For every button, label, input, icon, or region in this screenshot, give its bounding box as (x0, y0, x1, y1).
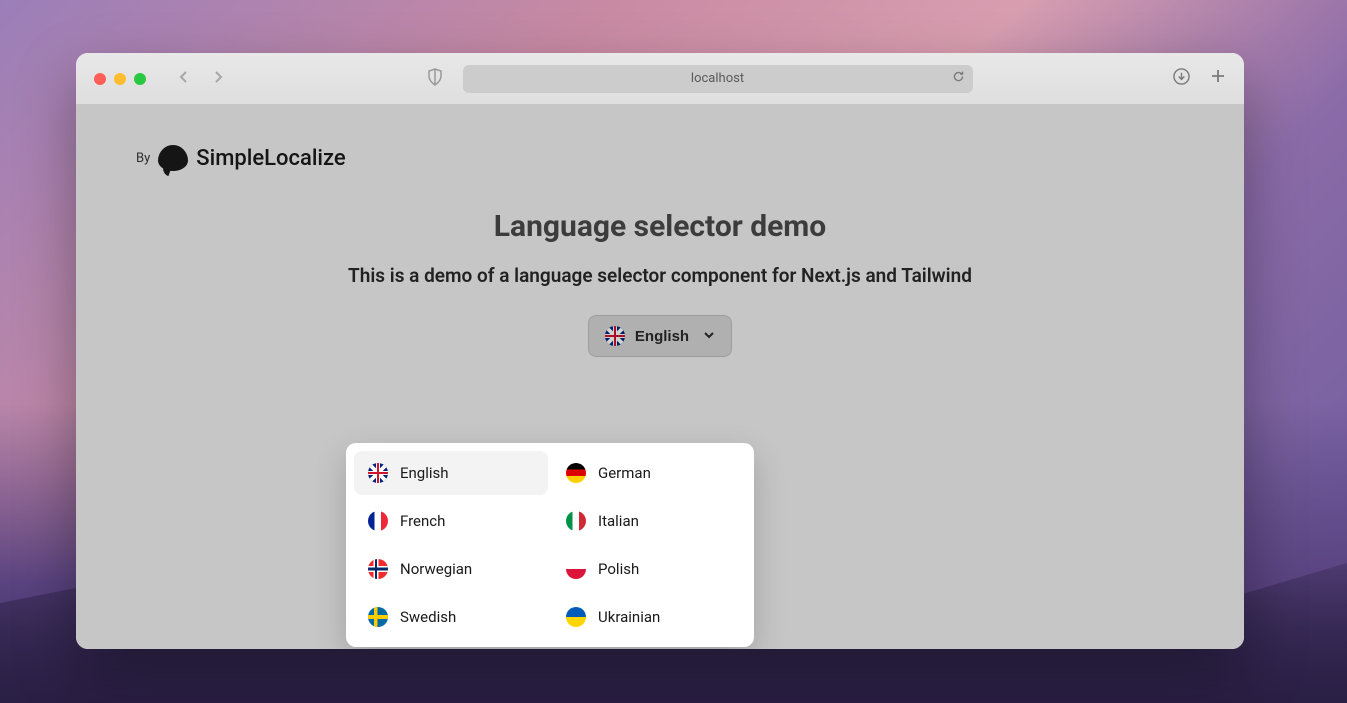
forward-button[interactable] (210, 69, 226, 89)
maximize-window-button[interactable] (134, 73, 146, 85)
reload-icon[interactable] (952, 70, 965, 87)
flag-icon-gb (368, 463, 388, 483)
language-dropdown: English German French Italian Norwegian … (346, 443, 754, 647)
flag-icon-pl (566, 559, 586, 579)
browser-window: localhost By SimpleLocalize Language sel… (76, 53, 1244, 649)
flag-icon-se (368, 607, 388, 627)
flag-icon-ua (566, 607, 586, 627)
downloads-icon[interactable] (1173, 68, 1190, 89)
language-label: German (598, 464, 651, 482)
language-option-english[interactable]: English (354, 451, 548, 495)
language-label: Italian (598, 512, 639, 530)
flag-icon-fr (368, 511, 388, 531)
privacy-shield-icon[interactable] (427, 68, 443, 90)
window-controls (94, 73, 146, 85)
language-option-german[interactable]: German (552, 451, 746, 495)
language-label: Swedish (400, 608, 456, 626)
language-option-ukrainian[interactable]: Ukrainian (552, 595, 746, 639)
address-bar[interactable]: localhost (463, 65, 973, 93)
language-label: English (400, 464, 449, 482)
close-window-button[interactable] (94, 73, 106, 85)
language-option-italian[interactable]: Italian (552, 499, 746, 543)
flag-icon-de (566, 463, 586, 483)
new-tab-button[interactable] (1210, 68, 1226, 89)
language-label: French (400, 512, 445, 530)
language-label: Polish (598, 560, 639, 578)
language-option-polish[interactable]: Polish (552, 547, 746, 591)
back-button[interactable] (176, 69, 192, 89)
flag-icon-no (368, 559, 388, 579)
page-content: By SimpleLocalize Language selector demo… (76, 105, 1244, 649)
url-text: localhost (691, 71, 744, 86)
browser-toolbar: localhost (76, 53, 1244, 105)
language-label: Norwegian (400, 560, 472, 578)
language-option-swedish[interactable]: Swedish (354, 595, 548, 639)
language-option-french[interactable]: French (354, 499, 548, 543)
language-label: Ukrainian (598, 608, 660, 626)
flag-icon-it (566, 511, 586, 531)
minimize-window-button[interactable] (114, 73, 126, 85)
language-option-norwegian[interactable]: Norwegian (354, 547, 548, 591)
